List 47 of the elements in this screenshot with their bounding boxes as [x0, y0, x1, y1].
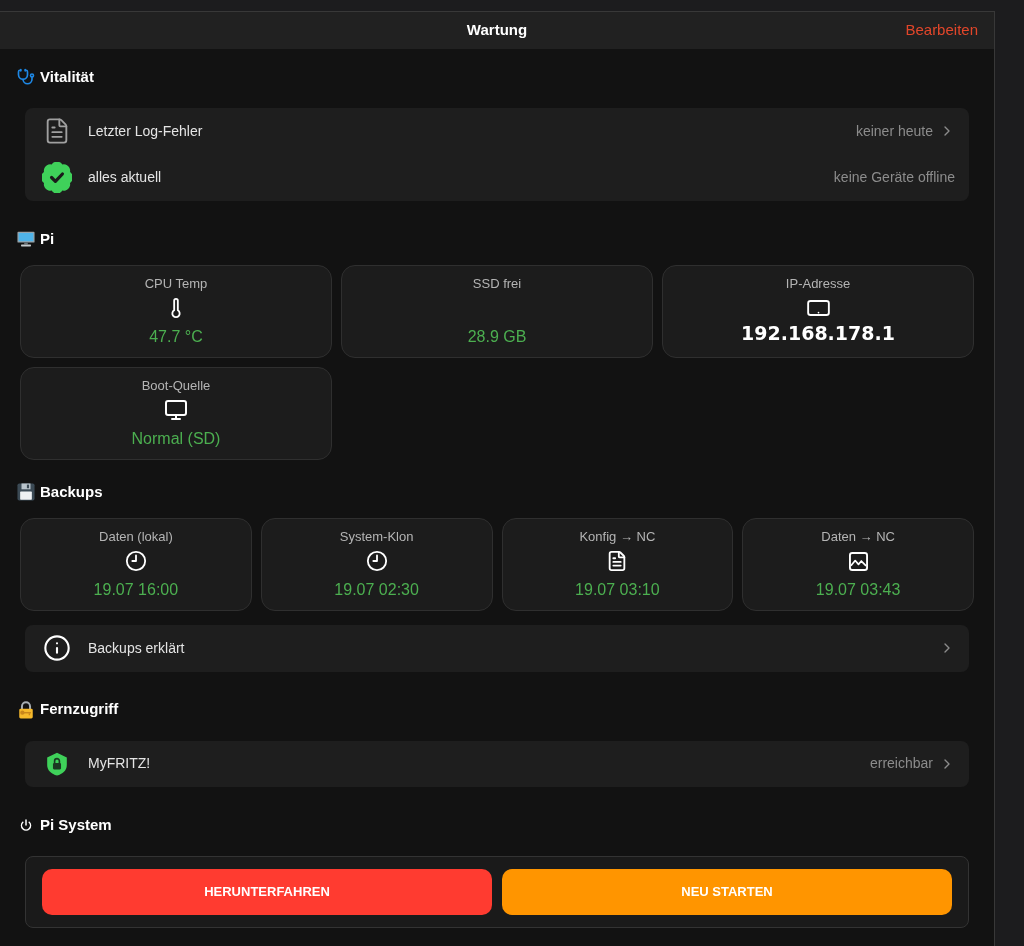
header-title: Wartung — [466, 20, 528, 41]
tile-value: 19.07 02:30 — [334, 580, 419, 600]
stethoscope-icon — [17, 68, 35, 86]
section-title: Pi System — [40, 814, 112, 835]
list-row[interactable]: Backups erklärt — [25, 625, 969, 672]
row-value: erreichbar — [869, 754, 933, 774]
tile-value: 19.07 16:00 — [93, 580, 179, 600]
desktop-computer-icon — [17, 231, 35, 247]
list-row[interactable]: Letzter Log-Fehler keiner heute — [25, 108, 969, 155]
monitor-icon — [164, 398, 188, 422]
tile-value: 19.07 03:43 — [815, 580, 901, 600]
row-label: Backups erklärt — [88, 638, 185, 658]
tile-label: Boot-Quelle — [141, 378, 211, 394]
clock-icon — [365, 550, 388, 572]
tile-value: 47.7 °C — [149, 327, 203, 347]
tile-label: CPU Temp — [144, 276, 208, 292]
tile-value: 192.168.178.1 — [741, 321, 895, 345]
tablet-icon — [806, 300, 830, 316]
tile-value: Normal (SD) — [131, 429, 221, 449]
list-row[interactable]: alles aktuell keine Geräte offline — [25, 154, 969, 201]
action-button[interactable]: HERUNTERFAHREN — [42, 869, 492, 915]
row-label: MyFRITZ! — [88, 754, 151, 774]
clock-icon — [124, 550, 147, 572]
shield-lock-icon — [46, 751, 68, 776]
section-title: Vitalität — [40, 66, 94, 87]
edit-button[interactable]: Bearbeiten — [905, 19, 978, 42]
tile-label: Daten → NC — [821, 529, 895, 545]
row-label: alles aktuell — [88, 168, 162, 188]
row-value: keiner heute — [855, 121, 933, 141]
tile-label: Daten (lokal) — [99, 529, 173, 545]
tile-value: 19.07 03:10 — [575, 580, 660, 600]
lock-with-key-icon — [17, 700, 35, 719]
tile-label: SSD frei — [472, 276, 522, 292]
power-icon — [20, 819, 32, 831]
list-row[interactable]: MyFRITZ! erreichbar — [25, 740, 969, 787]
tile-value: 28.9 GB — [467, 327, 527, 347]
row-label: Letzter Log-Fehler — [88, 121, 203, 141]
section-title: Pi — [40, 228, 55, 249]
chart-image-icon — [848, 551, 868, 571]
row-value: keine Geräte offline — [833, 168, 955, 188]
tile-label: IP-Adresse — [785, 276, 851, 292]
info-icon — [43, 634, 71, 663]
section-title: Fernzugriff — [40, 699, 119, 720]
verified-badge-icon — [42, 162, 72, 194]
tile-label: Konfig → NC — [579, 529, 656, 545]
tile-label: System-Klon — [339, 529, 414, 545]
section-title: Backups — [40, 481, 103, 502]
